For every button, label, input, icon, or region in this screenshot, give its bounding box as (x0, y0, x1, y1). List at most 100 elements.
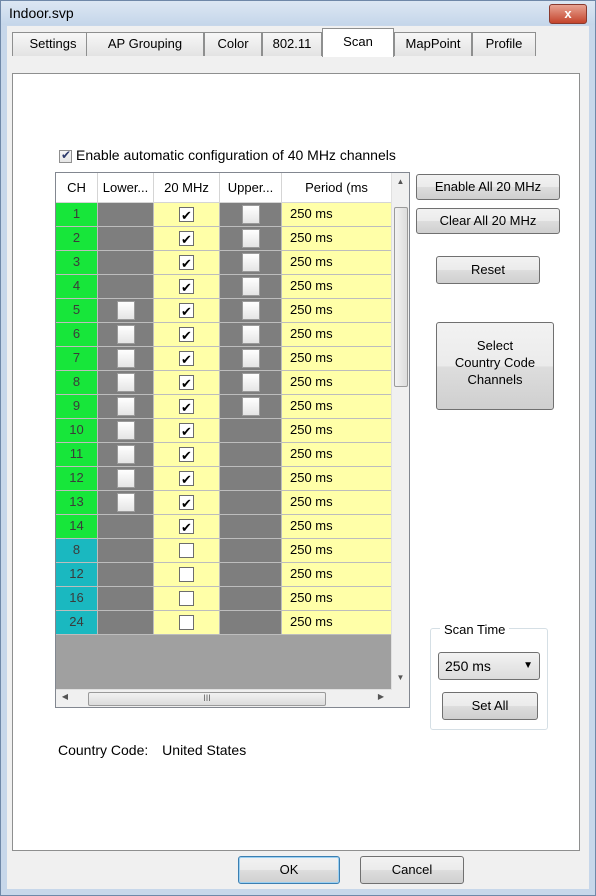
header-20mhz[interactable]: 20 MHz (154, 173, 220, 203)
upper-40mhz-cell[interactable] (220, 275, 282, 299)
period-cell[interactable]: 250 ms (282, 539, 392, 563)
lower-40mhz-checkbox[interactable] (116, 444, 135, 464)
period-cell[interactable]: 250 ms (282, 299, 392, 323)
period-cell[interactable]: 250 ms (282, 515, 392, 539)
lower-40mhz-cell[interactable] (98, 467, 154, 491)
enable-20mhz-cell[interactable] (154, 299, 220, 323)
enable-20mhz-checkbox[interactable] (179, 517, 194, 538)
enable-20mhz-checkbox[interactable] (179, 373, 194, 394)
enable-20mhz-checkbox[interactable] (179, 493, 194, 514)
upper-40mhz-cell[interactable] (220, 203, 282, 227)
enable-20mhz-cell[interactable] (154, 203, 220, 227)
lower-40mhz-checkbox[interactable] (116, 468, 135, 488)
enable-20mhz-cell[interactable] (154, 587, 220, 611)
enable-20mhz-checkbox[interactable] (179, 542, 194, 558)
lower-40mhz-cell[interactable] (98, 419, 154, 443)
enable-20mhz-cell[interactable] (154, 347, 220, 371)
upper-40mhz-cell[interactable] (220, 371, 282, 395)
lower-40mhz-cell[interactable] (98, 491, 154, 515)
title-bar[interactable]: Indoor.svp x (1, 1, 595, 25)
enable-20mhz-cell[interactable] (154, 443, 220, 467)
enable-20mhz-checkbox[interactable] (179, 445, 194, 466)
enable-20mhz-cell[interactable] (154, 515, 220, 539)
enable-20mhz-checkbox[interactable] (179, 253, 194, 274)
period-cell[interactable]: 250 ms (282, 443, 392, 467)
upper-40mhz-cell[interactable] (220, 395, 282, 419)
lower-40mhz-checkbox[interactable] (116, 372, 135, 392)
lower-40mhz-checkbox[interactable] (116, 420, 135, 440)
lower-40mhz-checkbox[interactable] (116, 324, 135, 344)
enable-20mhz-checkbox[interactable] (179, 397, 194, 418)
period-cell[interactable]: 250 ms (282, 251, 392, 275)
upper-40mhz-checkbox[interactable] (241, 276, 260, 296)
scan-time-dropdown[interactable]: 250 ms ▼ (438, 652, 540, 680)
enable-20mhz-cell[interactable] (154, 395, 220, 419)
scroll-down-arrow-icon[interactable]: ▼ (392, 673, 409, 682)
upper-40mhz-checkbox[interactable] (241, 324, 260, 344)
period-cell[interactable]: 250 ms (282, 347, 392, 371)
upper-40mhz-checkbox[interactable] (241, 348, 260, 368)
period-cell[interactable]: 250 ms (282, 371, 392, 395)
lower-40mhz-checkbox[interactable] (116, 492, 135, 512)
upper-40mhz-checkbox[interactable] (241, 228, 260, 248)
upper-40mhz-checkbox[interactable] (241, 300, 260, 320)
upper-40mhz-cell[interactable] (220, 251, 282, 275)
upper-40mhz-cell[interactable] (220, 323, 282, 347)
enable-40mhz-option[interactable]: Enable automatic configuration of 40 MHz… (59, 147, 396, 163)
enable-20mhz-cell[interactable] (154, 227, 220, 251)
lower-40mhz-checkbox[interactable] (116, 300, 135, 320)
reset-button[interactable]: Reset (436, 256, 540, 284)
enable-20mhz-cell[interactable] (154, 251, 220, 275)
lower-40mhz-checkbox[interactable] (116, 396, 135, 416)
enable-20mhz-checkbox[interactable] (179, 277, 194, 298)
grid-vertical-scrollbar[interactable]: ▲ ▼ (391, 173, 409, 690)
upper-40mhz-checkbox[interactable] (241, 204, 260, 224)
lower-40mhz-cell[interactable] (98, 347, 154, 371)
scroll-left-arrow-icon[interactable]: ◀ (60, 692, 70, 701)
enable-20mhz-checkbox[interactable] (179, 325, 194, 346)
lower-40mhz-cell[interactable] (98, 323, 154, 347)
enable-20mhz-cell[interactable] (154, 539, 220, 563)
period-cell[interactable]: 250 ms (282, 419, 392, 443)
period-cell[interactable]: 250 ms (282, 491, 392, 515)
select-country-code-channels-button[interactable]: Select Country Code Channels (436, 322, 554, 410)
cancel-button[interactable]: Cancel (360, 856, 464, 884)
tab-802-11[interactable]: 802.11 (262, 32, 322, 56)
scroll-up-arrow-icon[interactable]: ▲ (392, 177, 409, 186)
lower-40mhz-cell[interactable] (98, 443, 154, 467)
upper-40mhz-checkbox[interactable] (241, 396, 260, 416)
lower-40mhz-checkbox[interactable] (116, 348, 135, 368)
enable-20mhz-checkbox[interactable] (179, 205, 194, 226)
set-all-button[interactable]: Set All (442, 692, 538, 720)
enable-20mhz-cell[interactable] (154, 563, 220, 587)
period-cell[interactable]: 250 ms (282, 323, 392, 347)
enable-40mhz-checkbox[interactable] (59, 148, 72, 163)
enable-20mhz-cell[interactable] (154, 491, 220, 515)
enable-20mhz-checkbox[interactable] (179, 566, 194, 582)
enable-20mhz-checkbox[interactable] (179, 349, 194, 370)
upper-40mhz-cell[interactable] (220, 299, 282, 323)
grid-vertical-thumb[interactable] (394, 207, 408, 387)
ok-button[interactable]: OK (238, 856, 340, 884)
lower-40mhz-cell[interactable] (98, 371, 154, 395)
enable-20mhz-cell[interactable] (154, 419, 220, 443)
period-cell[interactable]: 250 ms (282, 467, 392, 491)
tab-settings[interactable]: Settings (12, 32, 94, 56)
enable-20mhz-checkbox[interactable] (179, 469, 194, 490)
enable-20mhz-checkbox[interactable] (179, 614, 194, 630)
period-cell[interactable]: 250 ms (282, 395, 392, 419)
tab-mappoint[interactable]: MapPoint (394, 32, 472, 56)
grid-horizontal-scrollbar[interactable]: ◀ III ▶ (56, 689, 392, 707)
lower-40mhz-cell[interactable] (98, 299, 154, 323)
upper-40mhz-checkbox[interactable] (241, 372, 260, 392)
enable-20mhz-cell[interactable] (154, 323, 220, 347)
tab-color[interactable]: Color (204, 32, 262, 56)
enable-20mhz-cell[interactable] (154, 467, 220, 491)
enable-20mhz-checkbox[interactable] (179, 590, 194, 606)
tab-scan[interactable]: Scan (322, 28, 394, 57)
scroll-right-arrow-icon[interactable]: ▶ (376, 692, 386, 701)
period-cell[interactable]: 250 ms (282, 275, 392, 299)
period-cell[interactable]: 250 ms (282, 587, 392, 611)
header-upper[interactable]: Upper... (220, 173, 282, 203)
enable-20mhz-checkbox[interactable] (179, 301, 194, 322)
